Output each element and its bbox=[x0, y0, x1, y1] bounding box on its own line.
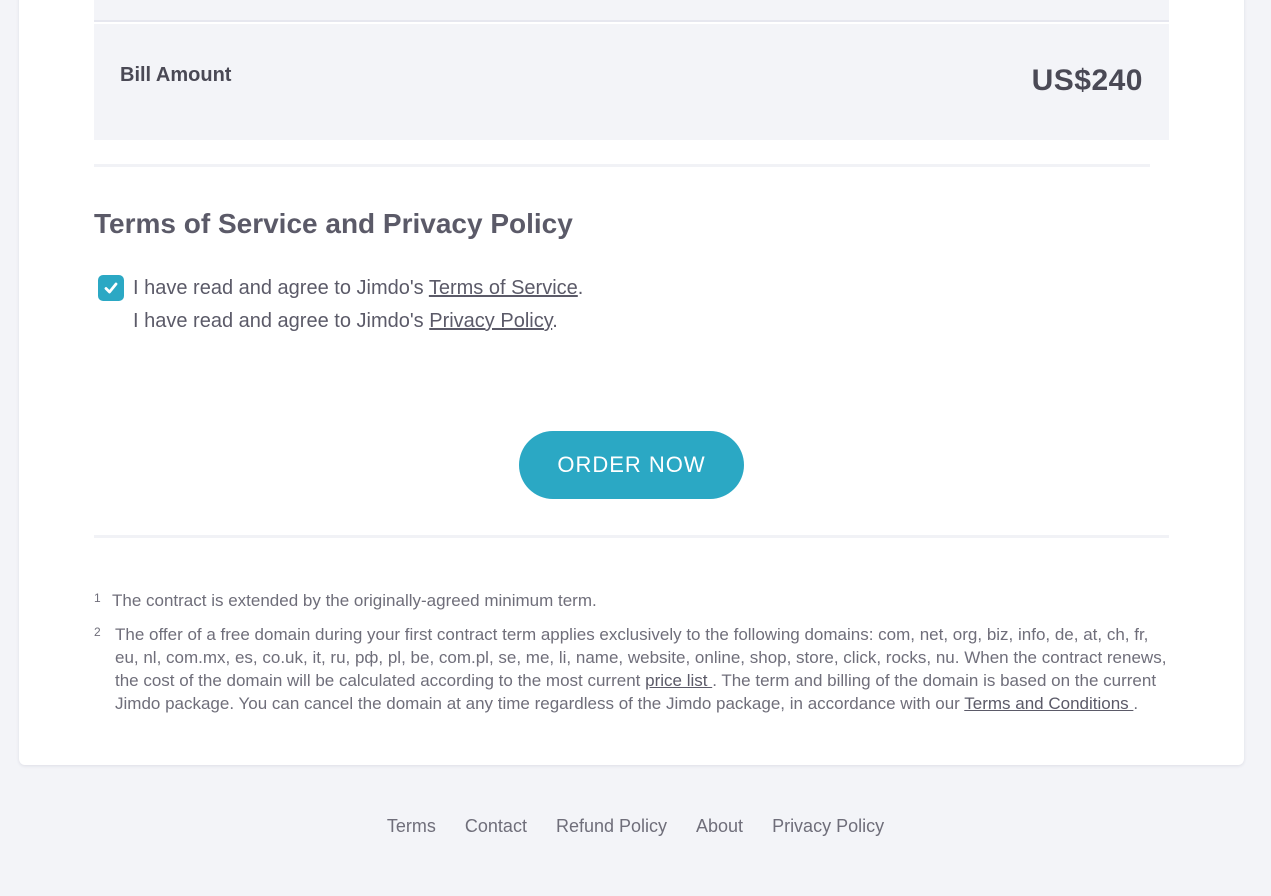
price-list-link[interactable]: price list bbox=[645, 671, 712, 690]
section-divider bbox=[94, 535, 1169, 538]
agree-line-text: I have read and agree to Jimdo's bbox=[133, 277, 429, 299]
bill-amount-value: US$240 bbox=[1031, 64, 1143, 97]
footer-link-privacy-policy[interactable]: Privacy Policy bbox=[772, 816, 884, 837]
bill-amount-box: Bill Amount US$240 bbox=[94, 24, 1169, 140]
footnote-text-part: . bbox=[1133, 694, 1139, 713]
footnote-1: 1 The contract is extended by the origin… bbox=[94, 589, 1174, 612]
footnote-2: 2 The offer of a free domain during your… bbox=[94, 623, 1174, 715]
footer-link-contact[interactable]: Contact bbox=[465, 816, 527, 837]
agree-line-text: I have read and agree to Jimdo's bbox=[133, 310, 430, 332]
terms-of-service-link[interactable]: Terms of Service bbox=[429, 277, 578, 299]
footnote-text: The contract is extended by the original… bbox=[112, 591, 597, 610]
agree-line-period: . bbox=[552, 310, 558, 332]
privacy-policy-link[interactable]: Privacy Policy bbox=[429, 310, 552, 332]
footer-link-refund-policy[interactable]: Refund Policy bbox=[556, 816, 667, 837]
agree-line-terms: I have read and agree to Jimdo's Terms o… bbox=[133, 272, 583, 305]
agree-row: I have read and agree to Jimdo's Terms o… bbox=[98, 272, 583, 338]
footnotes: 1 The contract is extended by the origin… bbox=[94, 589, 1174, 726]
agree-line-period: . bbox=[577, 277, 584, 299]
bill-amount-label: Bill Amount bbox=[120, 64, 232, 86]
agree-checkbox[interactable] bbox=[98, 275, 124, 301]
agree-line-privacy: I have read and agree to Jimdo's Privacy… bbox=[133, 305, 583, 338]
footer-link-about[interactable]: About bbox=[696, 816, 743, 837]
order-now-button[interactable]: ORDER NOW bbox=[519, 431, 744, 499]
footer-link-terms[interactable]: Terms bbox=[387, 816, 436, 837]
footnote-number: 2 bbox=[94, 625, 101, 639]
agree-text: I have read and agree to Jimdo's Terms o… bbox=[133, 272, 583, 338]
footnote-text: The offer of a free domain during your f… bbox=[115, 623, 1174, 715]
previous-section-box bbox=[94, 0, 1169, 22]
footnote-number: 1 bbox=[94, 591, 101, 605]
tos-heading: Terms of Service and Privacy Policy bbox=[94, 208, 573, 239]
section-divider bbox=[94, 164, 1150, 167]
footer-nav: Terms Contact Refund Policy About Privac… bbox=[0, 816, 1271, 837]
terms-and-conditions-link[interactable]: Terms and Conditions bbox=[964, 694, 1133, 713]
check-icon bbox=[104, 282, 118, 294]
